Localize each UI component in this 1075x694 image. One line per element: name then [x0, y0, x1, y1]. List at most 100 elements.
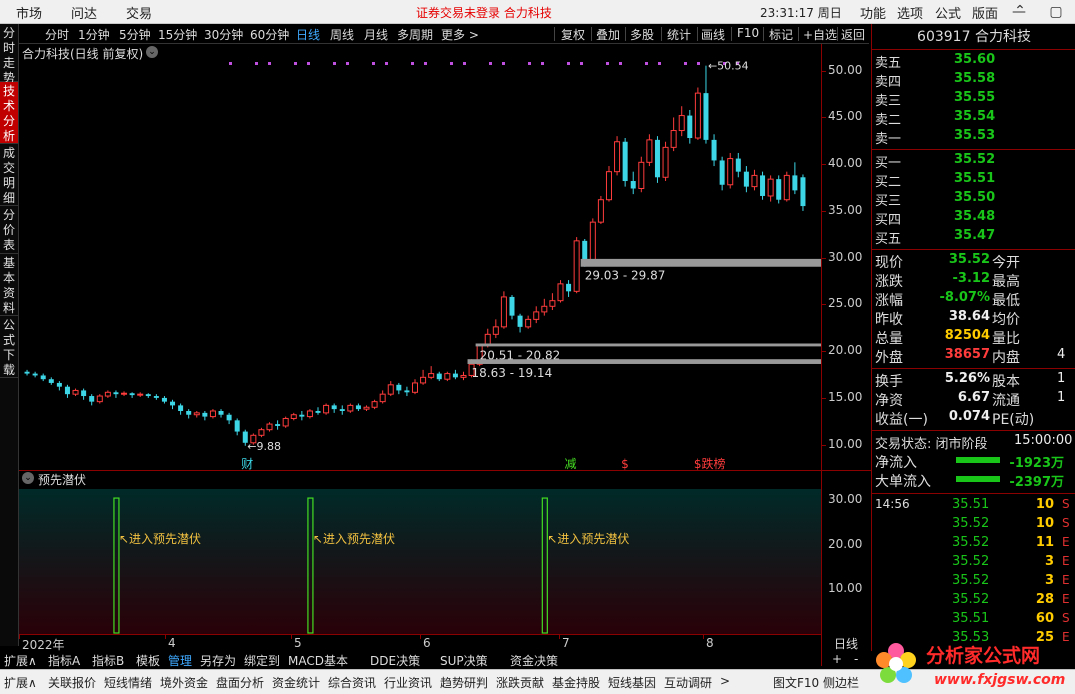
info-tab[interactable]: 涨跌贡献 [496, 674, 544, 691]
period-multi[interactable]: 多周期 [397, 26, 433, 43]
menu-layout[interactable]: 版面 [972, 3, 998, 22]
period-timeshare[interactable]: 分时 [45, 26, 69, 43]
info-tab[interactable]: 短线情绪 [104, 674, 152, 691]
flow-bar [956, 476, 1000, 482]
tab-trades[interactable]: 成交明细 [0, 144, 18, 206]
price-zone [475, 343, 821, 347]
indicator-tab[interactable]: DDE决策 [370, 652, 420, 669]
tab-formula-download[interactable]: 公式下载 [0, 316, 18, 378]
indicator-tab[interactable]: 模板 [136, 652, 160, 669]
candle-body [800, 177, 806, 207]
x-tick: 8 [706, 636, 714, 650]
menu-trade[interactable]: 交易 [126, 3, 152, 22]
info-tab[interactable]: > [720, 674, 730, 688]
add-watchlist-button[interactable]: +自选 [803, 26, 837, 43]
indicator-chart[interactable]: ↖进入预先潜伏 ↖进入预先潜伏 ↖进入预先潜伏 [19, 470, 821, 634]
indicator-tab[interactable]: 指标B [92, 652, 124, 669]
candle-body [509, 296, 515, 316]
restore-rights-button[interactable]: 复权 [561, 26, 585, 43]
menu-market[interactable]: 市场 [16, 3, 42, 22]
mark-button[interactable]: 标记 [769, 26, 793, 43]
info-tab[interactable]: 基金持股 [552, 674, 600, 691]
candle-body [776, 179, 782, 200]
menu-options[interactable]: 选项 [897, 3, 923, 22]
period-30min[interactable]: 30分钟 [204, 26, 243, 43]
candle-body [96, 395, 103, 403]
tab-price-table[interactable]: 分价表 [0, 206, 18, 254]
stat-label: 流通 [992, 393, 1020, 409]
tab-basic-info[interactable]: 基本资料 [0, 254, 18, 316]
back-button[interactable]: 返回 [841, 26, 865, 43]
collapse-icon[interactable]: ⌃ [1010, 0, 1030, 22]
menu-wenda[interactable]: 问达 [71, 3, 97, 22]
indicator-tab[interactable]: MACD基本 [288, 652, 348, 669]
candle-body [420, 376, 427, 384]
tab-timeshare[interactable]: 分时走势 [0, 24, 18, 85]
tick-volume: 28 [1035, 592, 1054, 607]
marker-dot [528, 62, 531, 65]
candlestick-chart[interactable]: 29.03 - 29.8720.51 - 20.8218.63 - 19.14←… [19, 44, 821, 470]
candle-body [541, 305, 548, 313]
info-tab[interactable]: 扩展∧ [4, 674, 37, 691]
marker-dot [606, 62, 609, 65]
price-zone [580, 258, 821, 267]
tab-technical[interactable]: 技术分析 [0, 82, 18, 144]
zoom-out-icon[interactable]: - [854, 652, 858, 666]
tick-price: 35.52 [952, 516, 990, 531]
candle-body [678, 115, 685, 132]
quote-panel: 603917 合力科技 卖五 35.60 卖四 35.58 卖三 35.55 卖二 35.54… [871, 24, 1075, 651]
tick-volume: 10 [1035, 497, 1054, 512]
period-5min[interactable]: 5分钟 [119, 26, 151, 43]
candle-body [387, 384, 394, 395]
info-tab[interactable]: 行业资讯 [384, 674, 432, 691]
info-tab[interactable]: 趋势研判 [440, 674, 488, 691]
bid-label: 买一 [875, 156, 902, 171]
indicator-tab[interactable]: SUP决策 [440, 652, 488, 669]
stat-value: 38657 [944, 347, 990, 362]
period-60min[interactable]: 60分钟 [250, 26, 289, 43]
indicator-tab[interactable]: 资金决策 [510, 652, 558, 669]
ask-label: 卖一 [875, 132, 902, 147]
info-tab[interactable]: 资金统计 [272, 674, 320, 691]
statistics-button[interactable]: 统计 [667, 26, 691, 43]
period-more[interactable]: 更多 > [441, 26, 479, 43]
indicator-tab[interactable]: 绑定到 [244, 652, 280, 669]
period-1min[interactable]: 1分钟 [78, 26, 110, 43]
info-tab[interactable]: 盘面分析 [216, 674, 264, 691]
chevron-down-icon[interactable]: ⌄ [22, 472, 34, 484]
multi-stock-button[interactable]: 多股 [630, 26, 654, 43]
period-15min[interactable]: 15分钟 [158, 26, 197, 43]
login-status[interactable]: 证券交易未登录 合力科技 [416, 4, 552, 21]
candle-body [404, 390, 410, 393]
info-tab[interactable]: 境外资金 [160, 674, 208, 691]
status-right[interactable]: 图文F10 侧边栏 [773, 674, 859, 691]
period-weekly[interactable]: 周线 [330, 26, 354, 43]
f10-button[interactable]: F10 [737, 26, 759, 40]
indicator-tab[interactable]: 扩展∧ [4, 652, 37, 669]
zoom-in-icon[interactable]: + [832, 652, 842, 666]
indicator-tab[interactable]: 另存为 [200, 652, 236, 669]
candle-body [186, 410, 192, 415]
info-tab[interactable]: 综合资讯 [328, 674, 376, 691]
info-tab[interactable]: 关联报价 [48, 674, 96, 691]
candle-body [226, 414, 232, 421]
stat-label: 量比 [992, 331, 1020, 347]
menu-function[interactable]: 功能 [860, 3, 886, 22]
period-monthly[interactable]: 月线 [364, 26, 388, 43]
overlay-button[interactable]: 叠加 [596, 26, 620, 43]
marker-dot [268, 62, 271, 65]
menu-formula[interactable]: 公式 [935, 3, 961, 22]
info-tab[interactable]: 互动调研 [664, 674, 712, 691]
indicator-tab[interactable]: 指标A [48, 652, 80, 669]
candle-body [347, 404, 354, 412]
candle-body [396, 384, 402, 391]
period-daily[interactable]: 日线 [296, 26, 320, 43]
indicator-tab[interactable]: 管理 [168, 652, 192, 669]
candle-body [48, 379, 54, 383]
draw-line-button[interactable]: 画线 [701, 26, 725, 43]
y-tick: 40.00 [828, 156, 863, 171]
chevron-down-icon[interactable]: ⌄ [146, 46, 158, 58]
maximize-icon[interactable]: ▢ [1042, 1, 1070, 23]
info-tab[interactable]: 短线基因 [608, 674, 656, 691]
candle-body [137, 393, 144, 396]
